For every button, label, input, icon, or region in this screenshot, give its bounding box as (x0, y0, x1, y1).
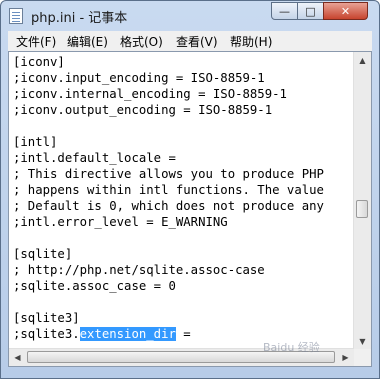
minimize-button[interactable]: — (271, 2, 298, 20)
menu-edit[interactable]: 编辑(E) (67, 33, 108, 50)
text-line (13, 230, 351, 246)
text-line (13, 294, 351, 310)
text-line: ;sqlite.assoc_case = 0 (13, 279, 176, 293)
menu-format[interactable]: 格式(O) (120, 33, 163, 50)
menu-bar: 文件(F) 编辑(E) 格式(O) 查看(V) 帮助(H) (8, 31, 372, 52)
editor-content[interactable]: [iconv] ;iconv.input_encoding = ISO-8859… (13, 54, 351, 350)
text-line: ;iconv.input_encoding = ISO-8859-1 (13, 71, 265, 85)
menu-file[interactable]: 文件(F) (16, 33, 56, 50)
line-suffix: = (175, 327, 191, 341)
close-button[interactable]: ✕ (323, 2, 368, 20)
notepad-icon (9, 8, 23, 24)
scroll-up-arrow-icon[interactable]: ▲ (354, 52, 371, 69)
menu-help[interactable]: 帮助(H) (230, 33, 272, 50)
text-line: ;intl.default_locale = (13, 151, 176, 165)
scroll-left-arrow-icon[interactable]: ◀ (9, 349, 26, 366)
line-prefix: ;sqlite3. (13, 327, 80, 341)
scroll-down-arrow-icon[interactable]: ▼ (354, 333, 371, 350)
text-line: [sqlite] (13, 247, 73, 261)
text-line: ; http://php.net/sqlite.assoc-case (13, 263, 265, 277)
text-editor[interactable]: [iconv] ;iconv.input_encoding = ISO-8859… (8, 51, 372, 367)
scrollbar-corner (354, 349, 371, 366)
text-line: ;iconv.output_encoding = ISO-8859-1 (13, 103, 273, 117)
window-title: php.ini - 记事本 (31, 11, 128, 26)
text-line: [sqlite3] (13, 311, 80, 325)
text-line: ; Default is 0, which does not produce a… (13, 199, 324, 213)
menu-view[interactable]: 查看(V) (176, 33, 218, 50)
selected-text[interactable]: extension_dir (79, 327, 176, 341)
scroll-right-arrow-icon[interactable]: ▶ (337, 349, 354, 366)
text-line: ; This directive allows you to produce P… (13, 167, 324, 181)
vertical-scrollbar[interactable]: ▲ ▼ (353, 52, 371, 350)
text-line: ; happens within intl functions. The val… (13, 183, 324, 197)
text-line: ;intl.error_level = E_WARNING (13, 215, 228, 229)
watermark: Baidu 经验 (263, 341, 320, 354)
text-line: [intl] (13, 135, 58, 149)
text-line: [iconv] (13, 55, 65, 69)
vertical-scroll-thumb[interactable] (356, 200, 368, 218)
maximize-button[interactable]: □ (297, 2, 324, 20)
title-bar[interactable]: php.ini - 记事本 — □ ✕ (1, 1, 379, 31)
text-line: ;iconv.internal_encoding = ISO-8859-1 (13, 87, 287, 101)
text-line (13, 118, 351, 134)
notepad-window: php.ini - 记事本 — □ ✕ 文件(F) 编辑(E) 格式(O) 查看… (0, 0, 380, 379)
